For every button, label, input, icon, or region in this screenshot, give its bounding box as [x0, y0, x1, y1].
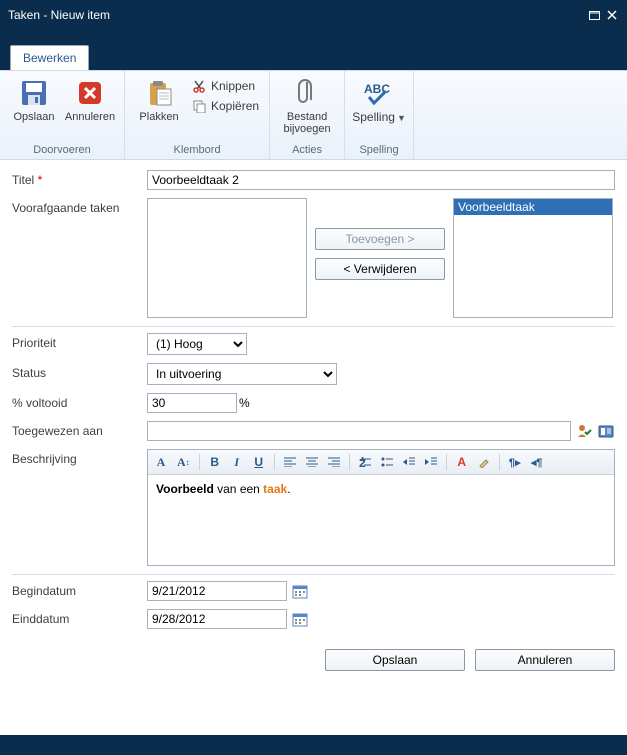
svg-text:ABC: ABC — [364, 82, 390, 96]
cut-button[interactable]: Knippen — [189, 77, 261, 95]
priority-label: Prioriteit — [12, 333, 147, 350]
spelling-button[interactable]: ABC Spelling▼ — [353, 75, 405, 126]
startdate-label: Begindatum — [12, 581, 147, 598]
selected-tasks-list[interactable]: Voorbeeldtaak — [453, 198, 613, 318]
save-icon — [18, 77, 50, 109]
description-textarea[interactable]: Voorbeeld van een taak. — [148, 475, 614, 565]
status-label: Status — [12, 363, 147, 380]
paste-icon — [143, 77, 175, 109]
maximize-icon[interactable] — [587, 8, 601, 22]
status-select[interactable]: In uitvoering — [147, 363, 337, 385]
ribbon: Opslaan Annuleren Doorvoeren Plakken — [0, 70, 627, 160]
browse-people-icon[interactable] — [597, 422, 615, 440]
copy-icon — [191, 98, 207, 114]
cancel-button[interactable]: Annuleren — [64, 75, 116, 125]
tab-row: Bewerken — [0, 45, 627, 70]
group-actions-label: Acties — [278, 142, 336, 159]
bold-icon[interactable]: B — [206, 453, 224, 471]
attach-button[interactable]: Bestand bijvoegen — [278, 75, 336, 137]
italic-icon[interactable]: I — [228, 453, 246, 471]
priority-select[interactable]: (1) Hoog — [147, 333, 247, 355]
underline-icon[interactable]: U — [250, 453, 268, 471]
highlight-icon[interactable] — [475, 453, 493, 471]
enddate-input[interactable] — [147, 609, 287, 629]
title-label: Titel — [12, 173, 34, 187]
paste-button[interactable]: Plakken — [133, 75, 185, 125]
remove-task-button[interactable]: < Verwijderen — [315, 258, 445, 280]
font-size-icon[interactable]: A↕ — [174, 453, 193, 471]
calendar-icon[interactable] — [291, 610, 309, 628]
align-left-icon[interactable] — [281, 453, 299, 471]
enddate-label: Einddatum — [12, 609, 147, 626]
calendar-icon[interactable] — [291, 582, 309, 600]
cancel-icon — [74, 77, 106, 109]
assigned-label: Toegewezen aan — [12, 421, 147, 438]
required-marker: * — [38, 173, 43, 187]
chevron-down-icon: ▼ — [397, 113, 406, 123]
group-commit-label: Doorvoeren — [8, 142, 116, 159]
title-input[interactable] — [147, 170, 615, 190]
rte-toolbar: A A↕ B I U 12 — [148, 450, 614, 475]
align-center-icon[interactable] — [303, 453, 321, 471]
preceding-label: Voorafgaande taken — [12, 198, 147, 215]
align-right-icon[interactable] — [325, 453, 343, 471]
percent-label: % voltooid — [12, 393, 147, 410]
form-content: Titel * Voorafgaande taken Toevoegen > <… — [0, 160, 627, 735]
group-clipboard-label: Klembord — [133, 142, 261, 159]
titlebar: Taken - Nieuw item — [0, 0, 627, 30]
rich-text-editor: A A↕ B I U 12 — [147, 449, 615, 566]
font-icon[interactable]: A — [152, 453, 170, 471]
footer-save-button[interactable]: Opslaan — [325, 649, 465, 671]
percent-input[interactable] — [147, 393, 237, 413]
available-tasks-list[interactable] — [147, 198, 307, 318]
footer-cancel-button[interactable]: Annuleren — [475, 649, 615, 671]
close-icon[interactable] — [605, 8, 619, 22]
assigned-input[interactable] — [147, 421, 571, 441]
group-spelling-label: Spelling — [353, 142, 405, 159]
numbered-list-icon[interactable]: 12 — [356, 453, 374, 471]
indent-icon[interactable] — [422, 453, 440, 471]
outdent-icon[interactable] — [400, 453, 418, 471]
add-task-button[interactable]: Toevoegen > — [315, 228, 445, 250]
font-color-icon[interactable]: A — [453, 453, 471, 471]
ltr-icon[interactable]: ¶▸ — [506, 453, 524, 471]
cut-icon — [191, 78, 207, 94]
bullet-list-icon[interactable] — [378, 453, 396, 471]
rtl-icon[interactable]: ◂¶ — [528, 453, 546, 471]
startdate-input[interactable] — [147, 581, 287, 601]
attach-icon — [291, 77, 323, 109]
percent-suffix: % — [239, 396, 250, 410]
window-title: Taken - Nieuw item — [8, 8, 583, 22]
save-button[interactable]: Opslaan — [8, 75, 60, 125]
spelling-icon: ABC — [363, 77, 395, 109]
check-names-icon[interactable] — [575, 422, 593, 440]
list-item[interactable]: Voorbeeldtaak — [454, 199, 612, 215]
copy-button[interactable]: Kopiëren — [189, 97, 261, 115]
description-label: Beschrijving — [12, 449, 147, 466]
tab-edit[interactable]: Bewerken — [10, 45, 89, 70]
